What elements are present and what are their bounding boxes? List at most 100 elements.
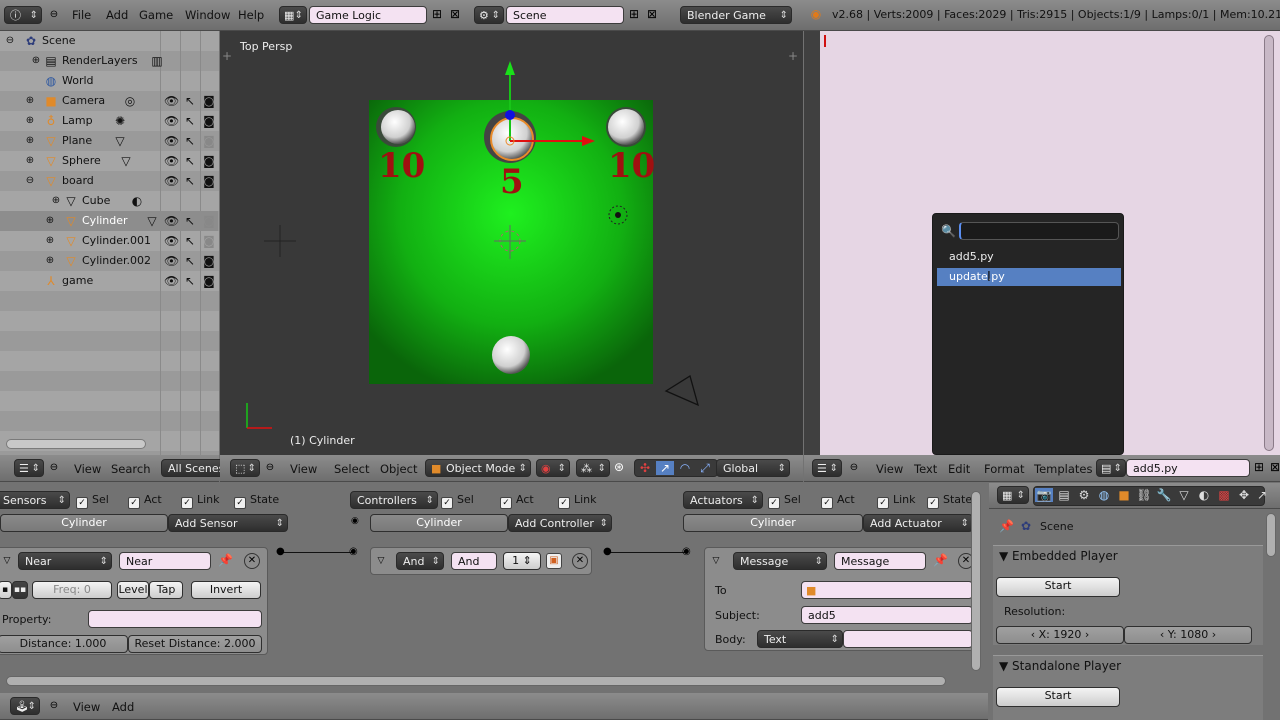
- link-socket-icon[interactable]: ●: [276, 546, 285, 557]
- remove-screen-icon[interactable]: ⊠: [448, 7, 462, 21]
- mode-dropdown[interactable]: ■ Object Mode: [425, 459, 531, 477]
- invert-button[interactable]: Invert: [191, 581, 261, 599]
- popup-search-input[interactable]: [959, 222, 1119, 240]
- physics-tab-icon[interactable]: ✥: [1235, 488, 1253, 502]
- text-menu-templates[interactable]: Templates: [1034, 462, 1092, 476]
- properties-scrollbar[interactable]: [1266, 513, 1276, 557]
- unlink-text-icon[interactable]: ⊠: [1268, 460, 1280, 474]
- embedded-start-button[interactable]: Start: [996, 577, 1120, 597]
- pin-icon[interactable]: 📌: [218, 553, 233, 567]
- render-camera-icon[interactable]: ◙: [203, 234, 215, 248]
- expand-icon[interactable]: ⊕: [24, 134, 36, 148]
- sphere-ball[interactable]: [492, 336, 530, 374]
- sensor-type-dropdown[interactable]: Near: [18, 552, 112, 570]
- info-editor-type-button[interactable]: ⓘ: [4, 6, 42, 24]
- standalone-start-button[interactable]: Start: [996, 687, 1120, 707]
- text-browse-button[interactable]: ▤: [1096, 459, 1126, 477]
- popup-item-add5[interactable]: add5.py: [937, 248, 1121, 266]
- resolution-x-field[interactable]: ‹ X: 1920 ›: [996, 626, 1124, 644]
- collapse-icon[interactable]: ⊖: [4, 34, 16, 48]
- menu-add[interactable]: Add: [106, 8, 128, 22]
- actuators-object-button[interactable]: Cylinder: [683, 514, 863, 532]
- text-editor-scrollbar[interactable]: [1264, 35, 1274, 451]
- render-camera-icon[interactable]: ◙: [203, 134, 215, 148]
- more-tab-icon[interactable]: ↗: [1255, 488, 1269, 502]
- viewport-menu-view[interactable]: View: [290, 462, 317, 476]
- menu-help[interactable]: Help: [238, 8, 264, 22]
- render-camera-icon[interactable]: ◙: [203, 154, 215, 168]
- logic-editor-type-button[interactable]: 🕹: [10, 697, 40, 715]
- visibility-eye-icon[interactable]: 👁: [164, 114, 179, 128]
- outliner-scrollbar[interactable]: [6, 439, 146, 449]
- orientation-dropdown[interactable]: Global: [716, 459, 790, 477]
- outliner-item-scene[interactable]: ⊖ ✿ Scene: [0, 31, 218, 51]
- controller-type-dropdown[interactable]: And: [396, 552, 444, 570]
- subject-field[interactable]: add5: [801, 606, 973, 624]
- actuators-state-checkbox[interactable]: ✓ State: [927, 493, 972, 509]
- expand-icon[interactable]: ⊕: [50, 194, 62, 208]
- expand-icon[interactable]: ⊕: [44, 214, 56, 228]
- text-menu-format[interactable]: Format: [984, 462, 1025, 476]
- outliner-item-game[interactable]: ⅄ game 👁 ↖ ◙: [0, 271, 218, 291]
- sensors-act-checkbox[interactable]: ✓ Act: [128, 493, 162, 509]
- scene-type-button[interactable]: ⚙: [474, 6, 504, 24]
- render-camera-icon[interactable]: ◙: [203, 274, 215, 288]
- sensors-state-checkbox[interactable]: ✓ State: [234, 493, 279, 509]
- to-field[interactable]: ■: [801, 581, 973, 599]
- add-controller-dropdown[interactable]: Add Controller: [508, 514, 612, 532]
- render-camera-icon[interactable]: ◙: [203, 214, 215, 228]
- sensors-sel-checkbox[interactable]: ✓ Sel: [76, 493, 109, 509]
- text-editor-type-button[interactable]: ☰: [812, 459, 842, 477]
- add-screen-icon[interactable]: ⊞: [430, 7, 444, 21]
- pin-icon[interactable]: 📌: [999, 519, 1014, 533]
- sensor-name-field[interactable]: Near: [119, 552, 211, 570]
- sensors-link-checkbox[interactable]: ✓ Link: [181, 493, 220, 509]
- visibility-eye-icon[interactable]: 👁: [164, 274, 179, 288]
- link-socket-icon[interactable]: ●: [603, 546, 612, 557]
- logic-vertical-scrollbar[interactable]: [971, 491, 981, 671]
- collapse-icon[interactable]: ⊖: [24, 174, 36, 188]
- render-camera-icon[interactable]: ◙: [203, 174, 215, 188]
- world-tab-icon[interactable]: ◍: [1095, 488, 1113, 502]
- select-cursor-icon[interactable]: ↖: [184, 134, 196, 148]
- new-text-icon[interactable]: ⊞: [1252, 460, 1266, 474]
- data-tab-icon[interactable]: ▽: [1175, 488, 1193, 502]
- shading-dropdown[interactable]: ◉: [536, 459, 570, 477]
- sensors-dropdown[interactable]: Sensors: [0, 491, 70, 509]
- outliner-editor-type-button[interactable]: ☰: [14, 459, 44, 477]
- select-cursor-icon[interactable]: ↖: [184, 94, 196, 108]
- collapse-menu-icon[interactable]: ⊖: [48, 8, 60, 22]
- tap-button[interactable]: Tap: [149, 581, 183, 599]
- outliner-item-cylinder-002[interactable]: ⊕ ▽ Cylinder.002 👁 ↖ ◙: [0, 251, 218, 271]
- outliner-item-renderlayers[interactable]: ⊕ ▤ RenderLayers ▥: [0, 51, 218, 71]
- remove-controller-icon[interactable]: ✕: [572, 553, 588, 569]
- visibility-eye-icon[interactable]: 👁: [164, 234, 179, 248]
- select-cursor-icon[interactable]: ↖: [184, 274, 196, 288]
- outliner-item-board[interactable]: ⊖ ▽ board 👁 ↖ ◙: [0, 171, 218, 191]
- text-file-field[interactable]: add5.py: [1126, 459, 1250, 477]
- viewport-3d[interactable]: Top Persp + + 10 5 10 (1) Cylinder: [220, 31, 803, 455]
- expand-icon[interactable]: ⊕: [24, 94, 36, 108]
- viewport-menu-select[interactable]: Select: [334, 462, 369, 476]
- standalone-player-title[interactable]: ▼ Standalone Player: [999, 659, 1121, 673]
- outliner-item-cylinder-001[interactable]: ⊕ ▽ Cylinder.001 👁 ↖ ◙: [0, 231, 218, 251]
- controllers-link-checkbox[interactable]: ✓ Link: [558, 493, 597, 509]
- actuators-dropdown[interactable]: Actuators: [683, 491, 763, 509]
- select-cursor-icon[interactable]: ↖: [184, 114, 196, 128]
- outliner-item-sphere[interactable]: ⊕ ▽ Sphere ▽ 👁 ↖ ◙: [0, 151, 218, 171]
- viewport-editor-type-button[interactable]: ⬚: [230, 459, 260, 477]
- outliner-item-lamp[interactable]: ⊕ ♁ Lamp ✺ 👁 ↖ ◙: [0, 111, 218, 131]
- material-tab-icon[interactable]: ◐: [1195, 488, 1213, 502]
- visibility-eye-icon[interactable]: 👁: [164, 154, 179, 168]
- collapse-triangle-icon[interactable]: ▽: [2, 554, 12, 568]
- manipulator-icon[interactable]: ⊛: [612, 460, 626, 474]
- body-field[interactable]: [843, 630, 973, 648]
- sensors-object-button[interactable]: Cylinder: [0, 514, 168, 532]
- outliner-item-camera[interactable]: ⊕ ■ Camera ◎ 👁 ↖ ◙: [0, 91, 218, 111]
- object-tab-icon[interactable]: ■: [1115, 488, 1133, 502]
- select-cursor-icon[interactable]: ↖: [184, 154, 196, 168]
- expand-icon[interactable]: ⊕: [24, 154, 36, 168]
- level-button[interactable]: Level: [117, 581, 149, 599]
- screen-layout-type-button[interactable]: ▦: [279, 6, 307, 24]
- popup-item-update[interactable]: update.py: [937, 268, 1121, 286]
